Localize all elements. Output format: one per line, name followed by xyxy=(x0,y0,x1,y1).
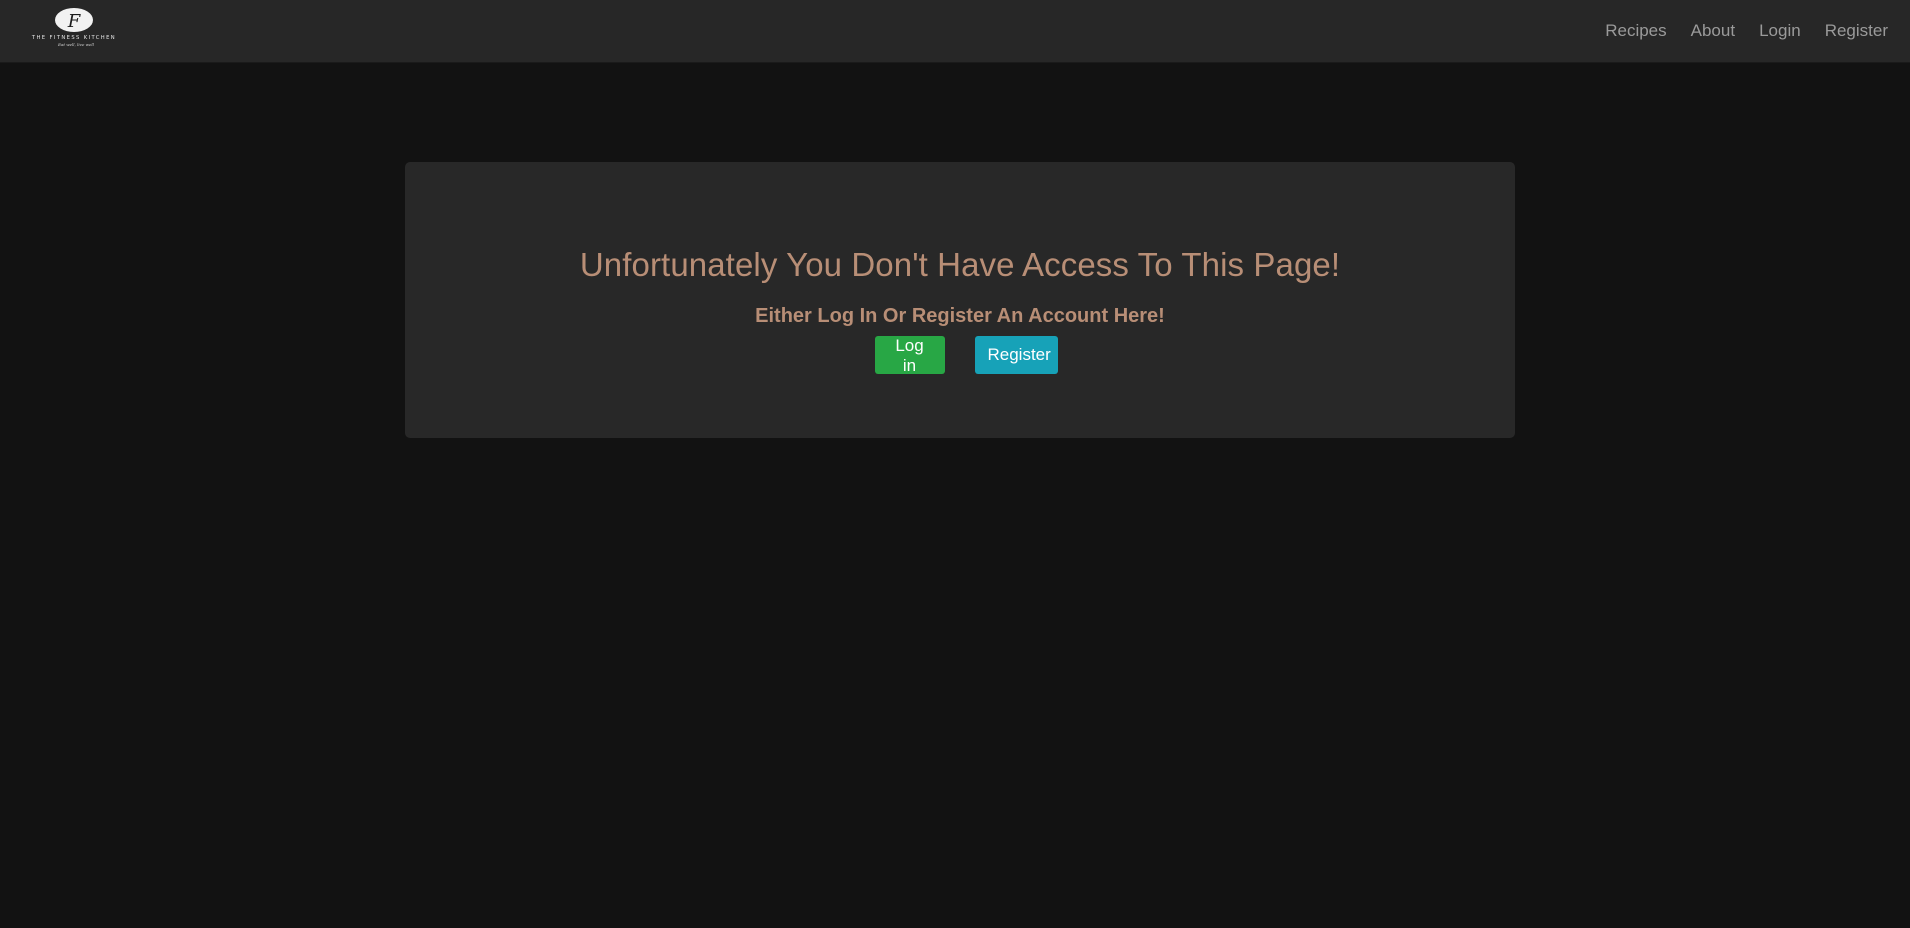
register-button[interactable]: Register xyxy=(974,336,1058,374)
page-subtitle: Either Log In Or Register An Account Her… xyxy=(755,305,1165,327)
nav-item-about[interactable]: About xyxy=(1691,21,1735,41)
nav-item-login[interactable]: Login xyxy=(1759,21,1801,41)
brand-logo[interactable]: F THE FITNESS KITCHEN Eat well, live wel… xyxy=(18,6,130,54)
logo-name: THE FITNESS KITCHEN xyxy=(31,35,116,41)
access-denied-panel: Unfortunately You Don't Have Access To T… xyxy=(405,162,1515,438)
fitness-kitchen-logo-icon: F THE FITNESS KITCHEN Eat well, live wel… xyxy=(31,8,116,47)
nav-item-register[interactable]: Register xyxy=(1825,21,1888,41)
nav-links: Recipes About Login Register xyxy=(1605,0,1888,62)
nav-item-recipes[interactable]: Recipes xyxy=(1605,21,1666,41)
page-title: Unfortunately You Don't Have Access To T… xyxy=(579,246,1341,283)
logo-initial: F xyxy=(67,11,82,32)
logo-tagline: Eat well, live well xyxy=(57,42,95,47)
action-buttons: Log in Register xyxy=(405,336,1515,375)
login-button[interactable]: Log in xyxy=(874,336,945,375)
navbar: F THE FITNESS KITCHEN Eat well, live wel… xyxy=(0,0,1910,62)
